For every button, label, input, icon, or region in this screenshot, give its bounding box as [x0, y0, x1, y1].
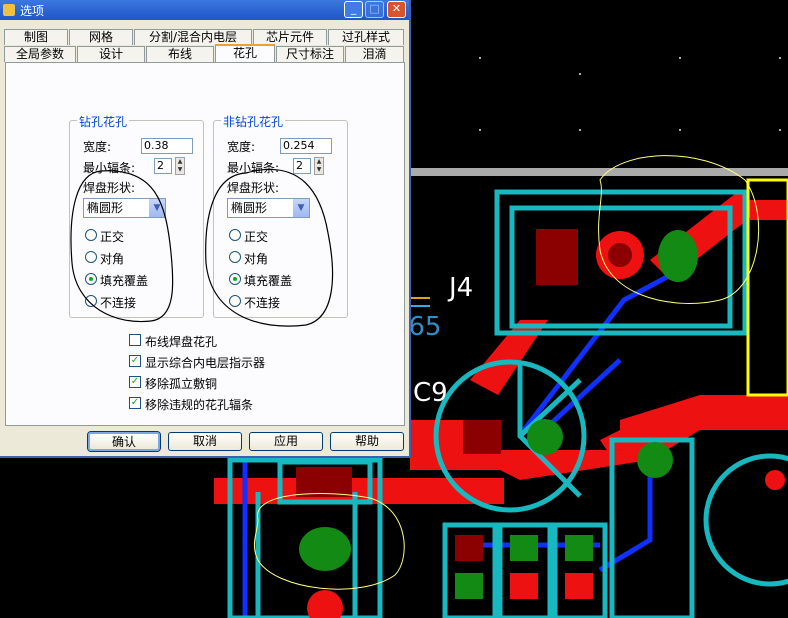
- window-title: 选项: [20, 4, 45, 18]
- app-icon: [3, 4, 15, 16]
- options-dialog: 选项 _ □ ✕ 制图 网格 分割/混合内电层 芯片元件 过孔样式 全局参数 设…: [0, 0, 411, 458]
- pcb-label-c9: C9: [413, 378, 448, 408]
- tab-teardrops[interactable]: 泪滴: [345, 46, 404, 62]
- close-button[interactable]: ✕: [387, 1, 406, 18]
- tab-row-1: 制图 网格 分割/混合内电层 芯片元件 过孔样式: [4, 29, 405, 45]
- tab-row-2: 全局参数 设计 布线 花孔 尺寸标注 泪滴: [4, 44, 405, 63]
- tab-dimensioning[interactable]: 尺寸标注: [276, 46, 344, 62]
- title-bar[interactable]: 选项 _ □ ✕: [0, 0, 409, 20]
- tab-split-mixed-plane[interactable]: 分割/混合内电层: [134, 29, 252, 45]
- tab-drafting[interactable]: 制图: [4, 29, 68, 45]
- hand-annotation: [70, 168, 334, 327]
- thermals-panel: 钻孔花孔 宽度: 0.38 最小辐条: 2 ▲ ▼ 焊盘形状: 椭圆形 ▼ 正交 …: [5, 62, 405, 426]
- pcb-label-j4: J4: [449, 273, 474, 303]
- tab-chip-component[interactable]: 芯片元件: [253, 29, 327, 45]
- tab-routing[interactable]: 布线: [146, 46, 214, 62]
- apply-button[interactable]: 应用: [249, 432, 323, 451]
- board-outline: [411, 168, 788, 176]
- ok-button[interactable]: 确认: [88, 432, 160, 451]
- maximize-button[interactable]: □: [365, 1, 384, 18]
- tab-via-style[interactable]: 过孔样式: [328, 29, 404, 45]
- tab-grid[interactable]: 网格: [69, 29, 133, 45]
- minimize-button[interactable]: _: [344, 1, 363, 18]
- cancel-button[interactable]: 取消: [168, 432, 242, 451]
- help-button[interactable]: 帮助: [330, 432, 404, 451]
- tab-global[interactable]: 全局参数: [4, 46, 76, 62]
- tab-design[interactable]: 设计: [77, 46, 145, 62]
- tab-thermals[interactable]: 花孔: [215, 44, 275, 63]
